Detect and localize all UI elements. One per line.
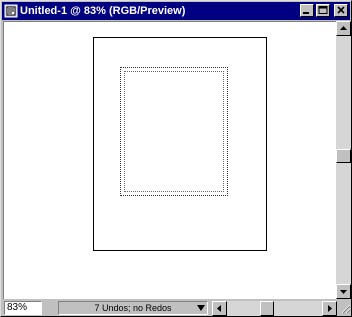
undo-arrow-icon[interactable] xyxy=(196,303,206,313)
selection-marquee[interactable] xyxy=(120,67,228,196)
scroll-up-button[interactable] xyxy=(336,21,351,36)
undo-status[interactable]: 7 Undos; no Redos xyxy=(58,301,208,315)
arrow-right-icon xyxy=(328,305,332,312)
close-button[interactable] xyxy=(334,4,348,17)
resize-grip-icon[interactable] xyxy=(339,302,351,314)
minimize-button[interactable] xyxy=(300,4,314,17)
horizontal-scroll-thumb[interactable] xyxy=(260,301,274,316)
minimize-icon xyxy=(303,12,309,14)
zoom-field[interactable]: 83% xyxy=(4,301,42,315)
vertical-scroll-thumb[interactable] xyxy=(336,149,351,163)
scroll-down-button[interactable] xyxy=(336,284,351,299)
scroll-left-button[interactable] xyxy=(212,301,227,316)
arrow-up-icon xyxy=(340,26,347,30)
document-icon xyxy=(4,4,18,18)
document-page[interactable] xyxy=(93,37,267,251)
arrow-down-icon xyxy=(340,290,347,294)
window-title: Unitled-1 @ 83% (RGB/Preview) xyxy=(20,5,186,17)
canvas-area[interactable] xyxy=(3,21,336,299)
scroll-right-button[interactable] xyxy=(322,301,337,316)
title-bar[interactable]: Unitled-1 @ 83% (RGB/Preview) xyxy=(2,2,350,20)
maximize-button[interactable] xyxy=(316,4,330,17)
status-bar: 83% 7 Undos; no Redos xyxy=(2,300,351,316)
selection-inner-border xyxy=(124,71,224,192)
horizontal-scrollbar[interactable] xyxy=(212,301,337,316)
undo-status-label: 7 Undos; no Redos xyxy=(94,303,172,313)
maximize-icon xyxy=(318,6,328,14)
document-window: Unitled-1 @ 83% (RGB/Preview) 83% 7 Undo… xyxy=(0,0,352,317)
vertical-scrollbar[interactable] xyxy=(336,21,351,299)
close-icon xyxy=(337,6,345,14)
arrow-left-icon xyxy=(217,305,221,312)
